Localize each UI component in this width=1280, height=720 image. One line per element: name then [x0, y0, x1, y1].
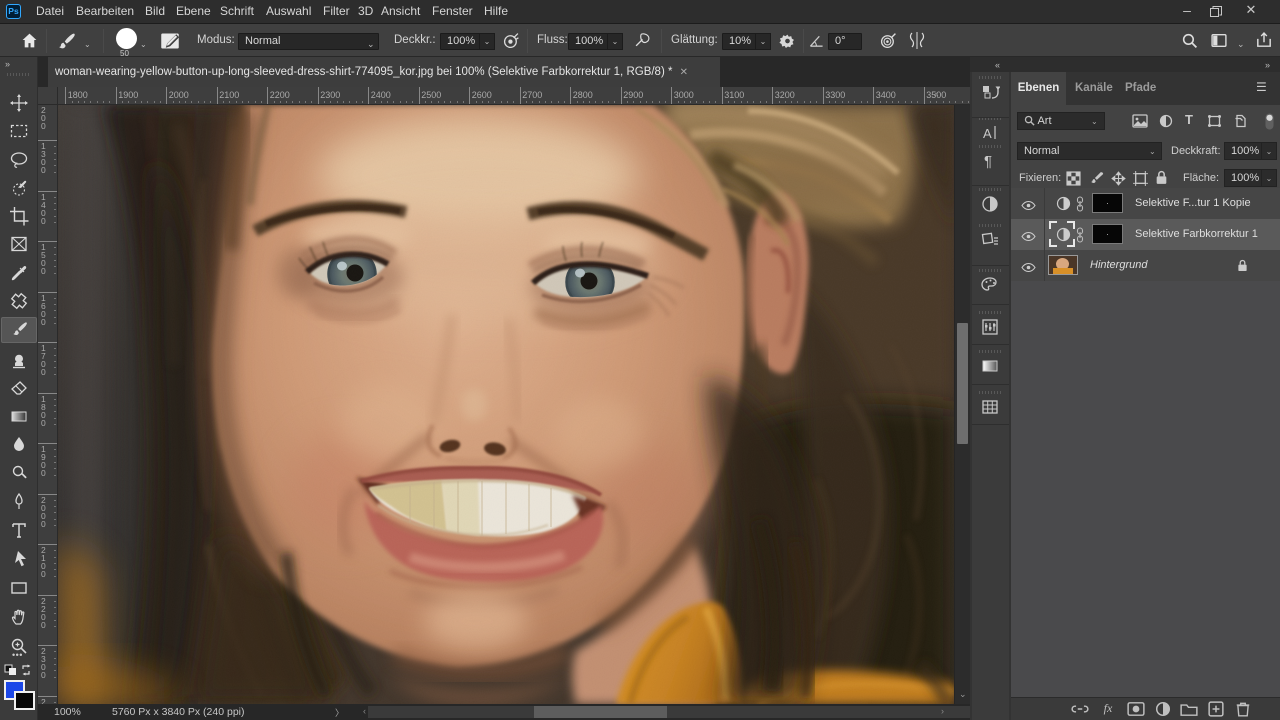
svg-text:A: A: [983, 126, 992, 141]
svg-text:¶: ¶: [984, 153, 992, 170]
